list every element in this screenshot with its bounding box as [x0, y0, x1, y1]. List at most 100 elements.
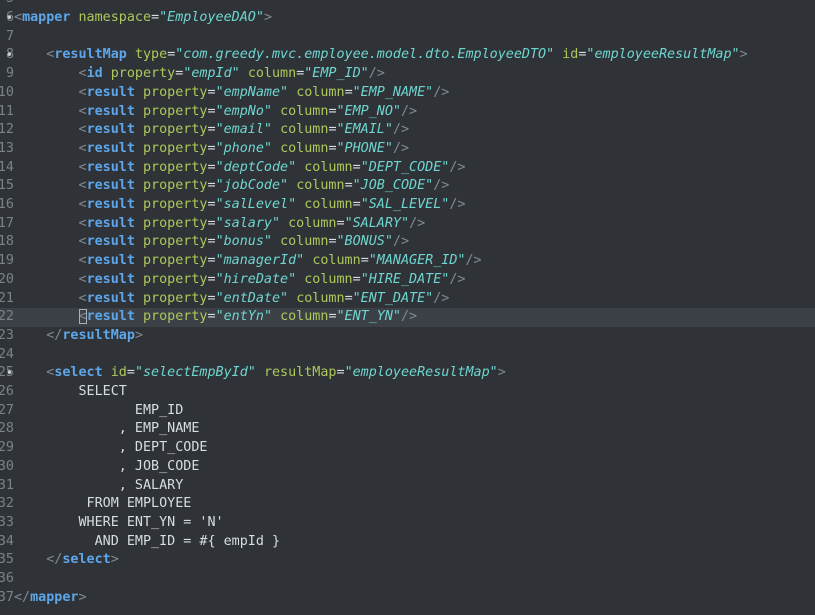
line-number: 10 — [0, 84, 14, 103]
token-str: "ENT_DATE" — [352, 290, 434, 306]
code-line[interactable]: 29 , DEPT_CODE — [0, 439, 815, 458]
code-line[interactable]: 17 <result property="salary" column="SAL… — [0, 215, 815, 234]
code-line[interactable]: 19 <result property="managerId" column="… — [0, 252, 815, 271]
code-line[interactable]: 9 <id property="empId" column="EMP_ID"/> — [0, 65, 815, 84]
code-line[interactable]: 32 FROM EMPLOYEE — [0, 495, 815, 514]
line-content: <result property="bonus" column="BONUS"/… — [14, 233, 410, 252]
token-eq: = — [207, 140, 216, 156]
code-line[interactable]: 15 <result property="jobCode" column="JO… — [0, 177, 815, 196]
line-number: 17 — [0, 215, 14, 234]
line-number: 7 — [0, 28, 14, 47]
token-eq: = — [207, 215, 216, 231]
token-attr: id — [562, 47, 579, 63]
code-line[interactable]: 16 <result property="salLevel" column="S… — [0, 196, 815, 215]
token-attr: property — [143, 271, 208, 287]
line-number: 35 — [0, 551, 14, 570]
token-str: "managerId" — [215, 253, 305, 269]
code-line[interactable]: 13 <result property="phone" column="PHON… — [0, 140, 815, 159]
code-editor[interactable]: 5 6•<mapper namespace="EmployeeDAO">7 8• <… — [0, 0, 815, 615]
token-tag: result — [86, 290, 135, 306]
token-attr: column — [280, 309, 329, 325]
code-line[interactable]: 10 <result property="empName" column="EM… — [0, 84, 815, 103]
line-content: <result property="salary" column="SALARY… — [14, 215, 426, 234]
code-line[interactable]: 27 EMP_ID — [0, 402, 815, 421]
code-line[interactable]: 24 — [0, 346, 815, 365]
token-attr: property — [143, 84, 208, 100]
token-str: "EMAIL" — [336, 122, 393, 138]
token-eq: = — [344, 84, 353, 100]
token-attr: column — [312, 253, 361, 269]
line-number: 12 — [0, 121, 14, 140]
code-line[interactable]: 31 , SALARY — [0, 477, 815, 496]
token-eq: = — [360, 253, 369, 269]
token-eq: = — [328, 309, 337, 325]
token-eq: = — [207, 290, 216, 306]
code-line[interactable]: 26 SELECT — [0, 383, 815, 402]
token-eq: = — [344, 178, 353, 194]
token-bracket: > — [739, 47, 748, 63]
code-line[interactable]: 23 </resultMap> — [0, 327, 815, 346]
line-number: 13 — [0, 140, 14, 159]
code-line[interactable]: 30 , JOB_CODE — [0, 458, 815, 477]
line-content: <result property="empNo" column="EMP_NO"… — [14, 103, 418, 122]
line-number-text: 10 — [0, 84, 14, 100]
code-line[interactable]: 14 <result property="deptCode" column="D… — [0, 159, 815, 178]
token-tag: select — [62, 552, 111, 568]
token-tag: result — [86, 178, 135, 194]
code-line[interactable]: 8 • <resultMap type="com.greedy.mvc.emplo… — [0, 46, 815, 65]
line-content: </select> — [14, 551, 119, 570]
token-bracket: </ — [46, 327, 63, 343]
fold-marker-icon[interactable]: • — [3, 46, 13, 65]
line-number-text: 30 — [0, 458, 14, 474]
code-line[interactable]: 5 — [0, 0, 815, 9]
code-line[interactable]: 33 WHERE ENT_YN = 'N' — [0, 514, 815, 533]
code-line[interactable]: 28 , EMP_NAME — [0, 420, 815, 439]
token-bracket: /> — [449, 159, 466, 175]
token-str: "JOB_CODE" — [352, 178, 434, 194]
fold-marker-icon[interactable]: • — [3, 9, 13, 28]
code-line[interactable]: 35 </select> — [0, 551, 815, 570]
token-attr: column — [304, 159, 353, 175]
code-line[interactable]: 12 <result property="email" column="EMAI… — [0, 121, 815, 140]
token-tag: select — [54, 365, 103, 381]
token-str: "entYn" — [215, 309, 272, 325]
line-number-text: 17 — [0, 215, 14, 231]
code-line[interactable]: 18 <result property="bonus" column="BONU… — [0, 233, 815, 252]
code-line[interactable]: 25 • <select id="selectEmpById" resultMap… — [0, 364, 815, 383]
token-str: "SAL_LEVEL" — [360, 197, 450, 212]
line-number: 31 — [0, 477, 14, 496]
code-line[interactable]: 21 <result property="entDate" column="EN… — [0, 290, 815, 309]
token-str: "employeeResultMap" — [344, 365, 498, 381]
token-bracket: </ — [46, 552, 63, 568]
token-eq: = — [207, 309, 216, 325]
code-line[interactable]: 36 — [0, 570, 815, 589]
line-number-text: 29 — [0, 440, 14, 456]
line-number: 24 — [0, 346, 14, 365]
line-content: , JOB_CODE — [14, 458, 200, 477]
line-number: 19 — [0, 252, 14, 271]
token-str: "phone" — [215, 140, 272, 156]
line-number-text: 28 — [0, 421, 14, 437]
code-line[interactable]: 20 <result property="hireDate" column="H… — [0, 271, 815, 290]
token-eq: = — [352, 271, 361, 287]
line-number: 5 — [0, 0, 14, 9]
line-number: 21 — [0, 290, 14, 309]
code-line[interactable]: 37 </mapper> — [0, 589, 815, 608]
code-line[interactable]: 11 <result property="empNo" column="EMP_… — [0, 103, 815, 122]
fold-marker-icon[interactable]: • — [3, 364, 13, 383]
line-content: <result property="phone" column="PHONE"/… — [14, 140, 410, 159]
code-line[interactable]: 22 <result property="entYn" column="ENT_… — [0, 308, 815, 327]
code-line[interactable]: 7 — [0, 28, 815, 47]
code-line[interactable]: 6 • <mapper namespace="EmployeeDAO"> — [0, 9, 815, 28]
code-line[interactable]: 34 AND EMP_ID = #{ empId } — [0, 533, 815, 552]
token-eq: = — [207, 178, 216, 194]
